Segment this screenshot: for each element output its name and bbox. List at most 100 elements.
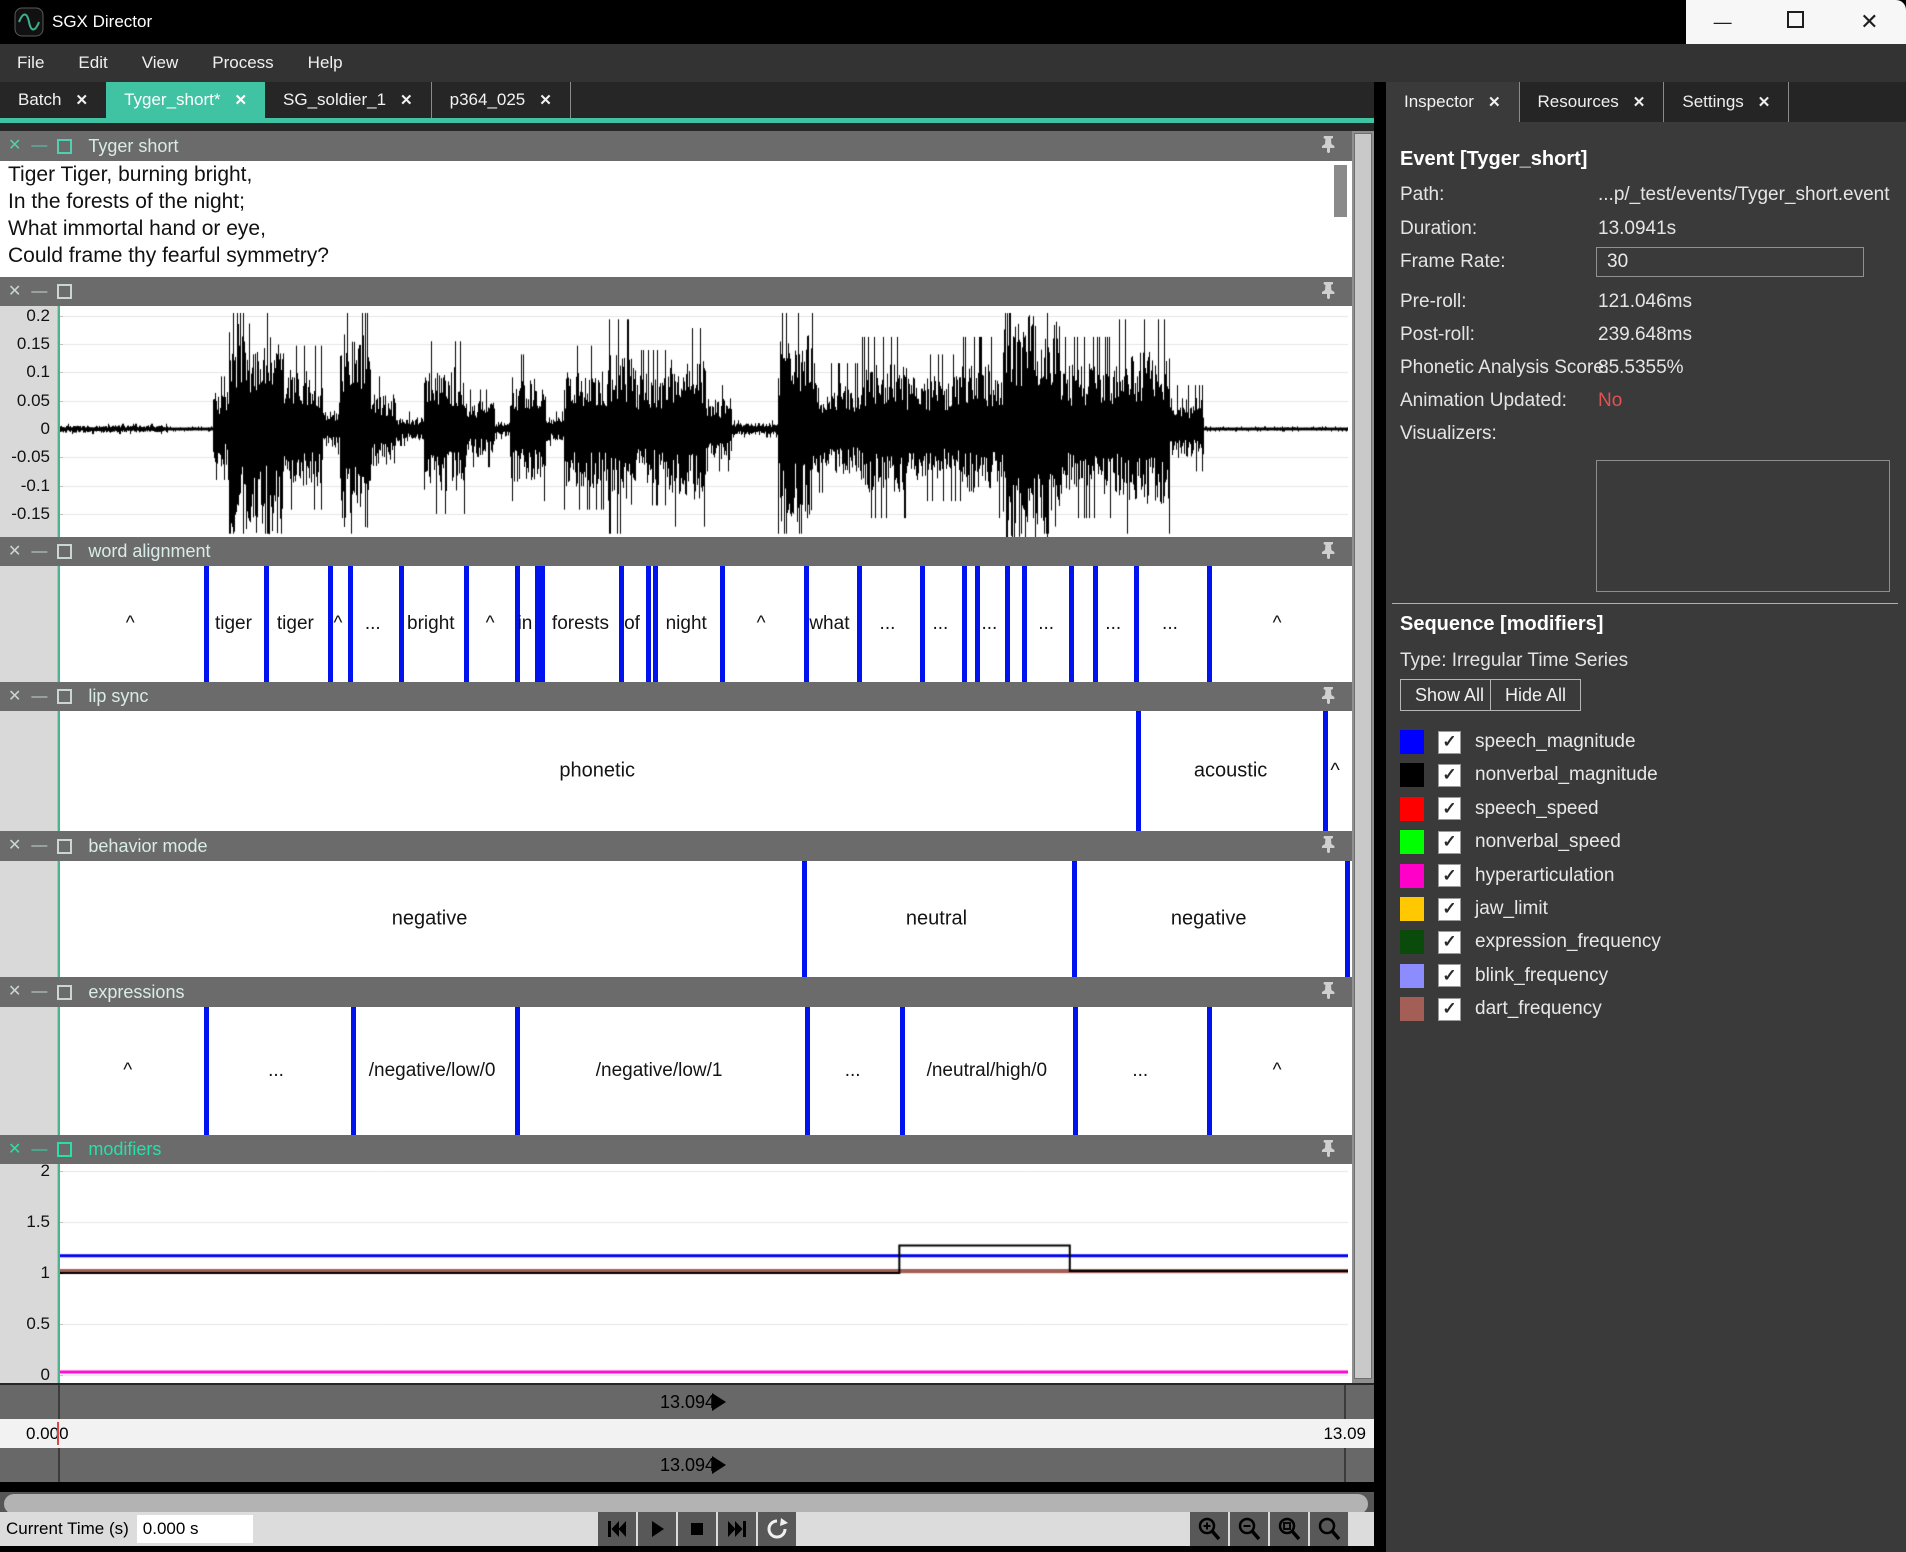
- segment-boundary: [1022, 566, 1027, 682]
- panel-close-icon[interactable]: ✕: [8, 984, 21, 1000]
- pin-icon[interactable]: [1321, 541, 1336, 564]
- panel-minimize-icon[interactable]: —: [31, 984, 47, 1000]
- loop-button[interactable]: [758, 1512, 796, 1546]
- panel-minimize-icon[interactable]: —: [31, 838, 47, 854]
- show-all-button[interactable]: Show All: [1400, 679, 1499, 711]
- current-time-value[interactable]: 0.000 s: [137, 1515, 253, 1543]
- panel-minimize-icon[interactable]: —: [31, 544, 47, 560]
- panel-close-icon[interactable]: ✕: [8, 689, 21, 705]
- maximize-icon[interactable]: [1776, 11, 1816, 33]
- tab-close-icon[interactable]: ✕: [234, 91, 247, 109]
- hide-all-button[interactable]: Hide All: [1490, 679, 1581, 711]
- panel-maximize-icon[interactable]: [57, 839, 72, 854]
- tab-close-icon[interactable]: ✕: [1758, 93, 1771, 111]
- y-axis-tick-label: 0.2: [26, 306, 50, 326]
- panel-maximize-icon[interactable]: [57, 284, 72, 299]
- tab-p364-025[interactable]: p364_025✕: [432, 82, 571, 118]
- panel-close-icon[interactable]: ✕: [8, 1142, 21, 1158]
- panel-minimize-icon[interactable]: —: [31, 689, 47, 705]
- timeline-slider-bottom[interactable]: 13.094: [0, 1448, 1374, 1482]
- stop-button[interactable]: [678, 1512, 716, 1546]
- panel-content-lip[interactable]: phoneticacoustic^: [0, 711, 1352, 831]
- panel-content-modifiers[interactable]: 21.510.50: [0, 1164, 1352, 1383]
- inspector-field-label: Frame Rate:: [1400, 251, 1506, 273]
- pin-icon[interactable]: [1321, 1139, 1336, 1162]
- series-visibility-checkbox[interactable]: ✓: [1438, 797, 1461, 820]
- workspace-vertical-scrollbar[interactable]: [1352, 131, 1374, 1383]
- panel-maximize-icon[interactable]: [57, 689, 72, 704]
- panel-minimize-icon[interactable]: —: [31, 284, 47, 300]
- minimize-icon[interactable]: —: [1703, 12, 1743, 33]
- waveform-canvas[interactable]: [58, 306, 1348, 537]
- menu-view[interactable]: View: [125, 44, 196, 82]
- zoom-out-button[interactable]: [1230, 1512, 1268, 1546]
- timeline-cursor-icon[interactable]: [712, 1456, 726, 1474]
- tab-inspector[interactable]: Inspector✕: [1386, 82, 1520, 122]
- panel-minimize-icon[interactable]: —: [31, 1142, 47, 1158]
- tab-close-icon[interactable]: ✕: [75, 91, 88, 109]
- zoom-in-button[interactable]: [1190, 1512, 1228, 1546]
- modifiers-canvas[interactable]: [58, 1164, 1348, 1383]
- tab-batch[interactable]: Batch✕: [0, 82, 106, 118]
- y-axis-tick-label: 1: [41, 1263, 50, 1283]
- series-visibility-checkbox[interactable]: ✓: [1438, 964, 1461, 987]
- text-panel-scrollbar[interactable]: [1334, 165, 1347, 217]
- menu-file[interactable]: File: [0, 44, 61, 82]
- timeline-cursor-icon[interactable]: [712, 1393, 726, 1411]
- panel-content-text[interactable]: Tiger Tiger, burning bright,In the fores…: [0, 161, 1352, 277]
- tab-close-icon[interactable]: ✕: [1488, 93, 1501, 111]
- menu-edit[interactable]: Edit: [61, 44, 124, 82]
- panel-maximize-icon[interactable]: [57, 544, 72, 559]
- panel-close-icon[interactable]: ✕: [8, 838, 21, 854]
- menu-bar: FileEditViewProcessHelp: [0, 44, 1906, 82]
- panel-maximize-icon[interactable]: [57, 985, 72, 1000]
- panel-minimize-icon[interactable]: —: [31, 138, 47, 154]
- series-visibility-checkbox[interactable]: ✓: [1438, 998, 1461, 1021]
- panel-close-icon[interactable]: ✕: [8, 544, 21, 560]
- pin-icon[interactable]: [1321, 981, 1336, 1004]
- inspector-field-value: 85.5355%: [1598, 357, 1684, 379]
- tab-sg-soldier-1[interactable]: SG_soldier_1✕: [265, 82, 432, 118]
- panel-content-waveform[interactable]: 0.20.150.10.050-0.05-0.1-0.15: [0, 306, 1352, 537]
- series-visibility-checkbox[interactable]: ✓: [1438, 831, 1461, 854]
- zoom-fit-button[interactable]: [1310, 1512, 1348, 1546]
- pin-icon[interactable]: [1321, 135, 1336, 158]
- ruler-playhead-caret[interactable]: [57, 1422, 59, 1445]
- skip-to-start-button[interactable]: [598, 1512, 636, 1546]
- panel-content-word[interactable]: ^tigertiger^...bright^inforestsofnight^w…: [0, 566, 1352, 682]
- pin-icon[interactable]: [1321, 281, 1336, 304]
- panel-close-icon[interactable]: ✕: [8, 138, 21, 154]
- menu-help[interactable]: Help: [291, 44, 360, 82]
- pin-icon[interactable]: [1321, 835, 1336, 858]
- tab-close-icon[interactable]: ✕: [400, 91, 413, 109]
- skip-to-end-button[interactable]: [718, 1512, 756, 1546]
- series-visibility-checkbox[interactable]: ✓: [1438, 898, 1461, 921]
- y-axis-tick-label: 0: [41, 419, 50, 439]
- panel-content-expressions[interactable]: ^.../negative/low/0/negative/low/1.../ne…: [0, 1007, 1352, 1135]
- panel-maximize-icon[interactable]: [57, 139, 72, 154]
- segment-boundary: [399, 566, 404, 682]
- zoom-selection-button[interactable]: [1270, 1512, 1308, 1546]
- series-visibility-checkbox[interactable]: ✓: [1438, 764, 1461, 787]
- series-visibility-checkbox[interactable]: ✓: [1438, 731, 1461, 754]
- series-visibility-checkbox[interactable]: ✓: [1438, 931, 1461, 954]
- sgx-director-window: { "window": {"title": "SGX Director"}, "…: [0, 0, 1906, 1552]
- panel-content-behavior[interactable]: negativeneutralnegative: [0, 861, 1352, 977]
- tab-tyger-short-[interactable]: Tyger_short*✕: [106, 82, 265, 118]
- panel-close-icon[interactable]: ✕: [8, 284, 21, 300]
- tab-settings[interactable]: Settings✕: [1664, 82, 1789, 122]
- tab-resources[interactable]: Resources✕: [1520, 82, 1665, 122]
- menu-process[interactable]: Process: [195, 44, 290, 82]
- visualizers-box[interactable]: [1596, 460, 1890, 592]
- frame-rate-input[interactable]: [1596, 247, 1864, 277]
- series-visibility-checkbox[interactable]: ✓: [1438, 864, 1461, 887]
- panel-maximize-icon[interactable]: [57, 1142, 72, 1157]
- inspector-field-value: ...p/_test/events/Tyger_short.event: [1598, 184, 1890, 206]
- timeline-slider-top[interactable]: 13.094: [0, 1385, 1374, 1419]
- play-button[interactable]: [638, 1512, 676, 1546]
- close-icon[interactable]: ✕: [1849, 9, 1889, 35]
- tab-close-icon[interactable]: ✕: [539, 91, 552, 109]
- panel-header-waveform: ✕—: [0, 277, 1352, 306]
- pin-icon[interactable]: [1321, 686, 1336, 709]
- tab-close-icon[interactable]: ✕: [1633, 93, 1646, 111]
